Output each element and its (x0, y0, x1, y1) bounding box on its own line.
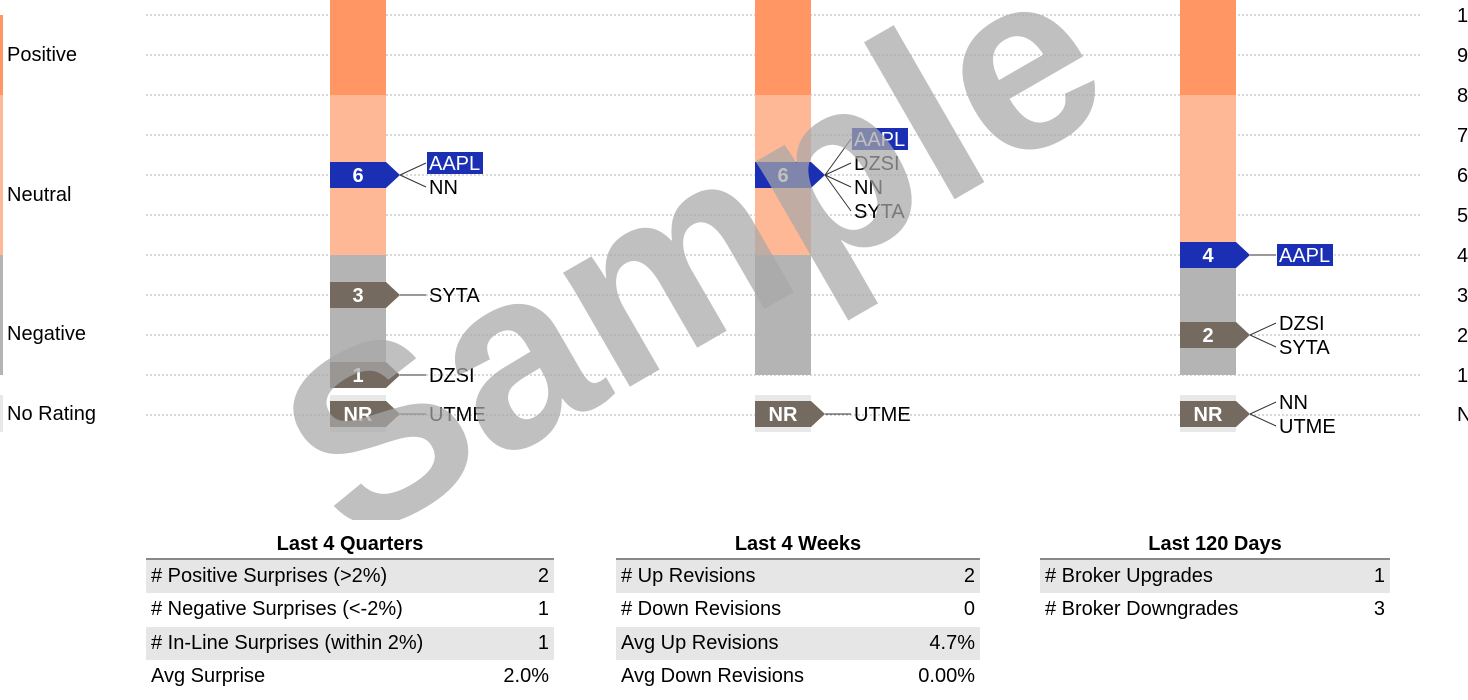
score-marker-label: 4 (1202, 245, 1214, 267)
axis-tick-label: 9 (1457, 45, 1468, 67)
table-title: Last 120 Days (1040, 530, 1390, 560)
stat-value: 2 (886, 560, 980, 594)
table-row: # In-Line Surprises (within 2%) 1 (146, 626, 554, 660)
ticker-leader-line (1249, 322, 1277, 336)
table-row: Avg Surprise 2.0% (146, 660, 554, 693)
stat-label: # Up Revisions (616, 560, 887, 594)
summary-table: Last 4 Weeks # Up Revisions 2 # Down Revisi… (616, 530, 980, 693)
table-row: Avg Up Revisions 4.7% (616, 626, 980, 660)
axis-tick-label: 4 (1457, 245, 1468, 267)
score-marker-label: NR (1194, 404, 1223, 426)
table-row: # Up Revisions 2 (616, 560, 980, 594)
stat-label: # Broker Upgrades (1040, 560, 1358, 594)
stat-value: 2.0% (503, 665, 549, 688)
ticker-label: UTME (1279, 416, 1336, 438)
axis-tick-label: 8 (1457, 85, 1468, 107)
ticker-label: DZSI (1279, 313, 1325, 335)
stat-value: 1 (486, 626, 554, 660)
table-row: # Broker Downgrades 3 (1040, 593, 1390, 626)
score-marker (1180, 322, 1250, 348)
ticker-label: UTME (854, 404, 911, 426)
score-marker-label: 6 (352, 165, 363, 187)
score-marker-label: 2 (1202, 325, 1213, 347)
ticker-label: AAPL (429, 153, 480, 175)
ticker-leader-line (1249, 401, 1277, 415)
table-row: # Positive Surprises (>2%) 2 (146, 560, 554, 594)
axis-tick-label: 1 (1457, 365, 1468, 387)
stat-label: # Broker Downgrades (1045, 598, 1239, 621)
axis-tick-label: 10 (1457, 5, 1468, 27)
summary-table: Last 120 Days # Broker Upgrades 1 # Broker … (1040, 530, 1390, 627)
band-positive (330, 0, 386, 95)
band-negative (1180, 255, 1236, 375)
stat-label: # In-Line Surprises (within 2%) (146, 626, 487, 660)
ticker-leader-line (399, 174, 427, 188)
stat-value: 1 (1357, 560, 1390, 594)
score-marker-label: NR (769, 404, 798, 426)
stat-value: 1 (537, 598, 549, 621)
column-last-120-days: 4 AAPL 2 DZSISYTA NR NNUTME (1180, 0, 1336, 438)
summary-table: Last 4 Quarters # Positive Surprises (>2%… (146, 530, 554, 693)
axis-tick-label: 2 (1457, 325, 1468, 347)
stat-label: # Down Revisions (621, 598, 782, 621)
stat-value: 4.7% (886, 626, 980, 660)
axis-tick-label: 6 (1457, 165, 1468, 187)
stat-label: # Negative Surprises (<-2%) (151, 598, 403, 621)
score-marker (1180, 242, 1250, 268)
axis-tick-label: 3 (1457, 285, 1468, 307)
stats-table: # Up Revisions 2 # Down Revisions 0 Avg Up R… (616, 560, 980, 693)
axis-tick-label: 5 (1457, 205, 1468, 227)
table-title: Last 4 Quarters (146, 530, 554, 560)
band-neutral (1180, 95, 1236, 255)
ticker-label: SYTA (1279, 337, 1330, 359)
stat-label: Avg Down Revisions (621, 665, 805, 688)
table-row: # Down Revisions 0 (616, 593, 980, 626)
ticker-leader-line (1249, 413, 1277, 427)
score-ladder-chart: 10987654321NR6AAPLNN3SYTA1DZSINRUTME6AAP… (146, 0, 1468, 520)
ticker-label: NN (429, 177, 458, 199)
stat-value: 3 (1373, 598, 1385, 621)
ticker-leader-line (1249, 334, 1277, 348)
ticker-label: NN (1279, 392, 1308, 414)
ticker-label: AAPL (1279, 245, 1330, 267)
stat-value: 2 (486, 560, 554, 594)
stat-label: Avg Up Revisions (616, 626, 887, 660)
axis-tick-label: 7 (1457, 125, 1468, 147)
stats-table: # Positive Surprises (>2%) 2 # Negative Su… (146, 560, 554, 693)
axis-tick-label: NR (1457, 404, 1468, 426)
table-row: # Broker Upgrades 1 (1040, 560, 1390, 594)
table-title: Last 4 Weeks (616, 530, 980, 560)
band-positive (1180, 0, 1236, 95)
stat-label: # Positive Surprises (>2%) (146, 560, 487, 594)
stats-table: # Broker Upgrades 1 # Broker Downgrades 3 (1040, 560, 1390, 627)
table-row: # Negative Surprises (<-2%) 1 (146, 593, 554, 626)
score-marker (330, 162, 400, 188)
stat-value: 0.00% (918, 665, 975, 688)
ticker-leader-line (399, 162, 427, 176)
stat-value: 0 (963, 598, 975, 621)
table-row: Avg Down Revisions 0.00% (616, 660, 980, 693)
stat-label: Avg Surprise (151, 665, 266, 688)
